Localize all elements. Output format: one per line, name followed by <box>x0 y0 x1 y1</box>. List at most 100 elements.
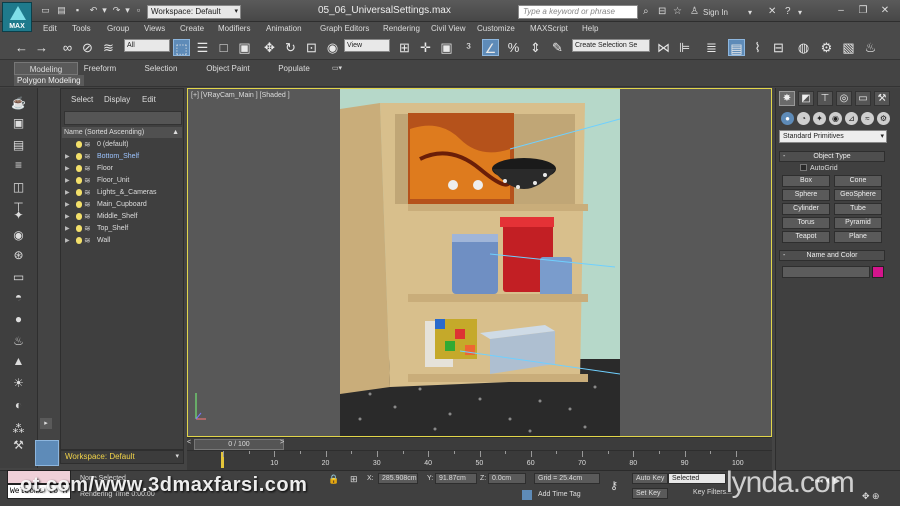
list-item[interactable]: ▶ ≋ Floor_Unit <box>62 175 182 187</box>
expand-icon[interactable]: ▶ <box>65 187 70 199</box>
render-production-icon[interactable]: ♨ <box>862 39 879 56</box>
help-icon[interactable]: ? <box>785 6 791 17</box>
list-icon[interactable]: ▤ <box>10 138 27 153</box>
tube-button[interactable]: Tube <box>834 203 882 215</box>
menu-help[interactable]: Help <box>582 24 598 33</box>
spinner-snap-icon[interactable]: ⇕ <box>527 39 544 56</box>
selection-filter-select[interactable]: All <box>124 39 170 52</box>
lightbulb-icon[interactable] <box>76 189 82 196</box>
lightbulb-icon[interactable] <box>76 201 82 208</box>
open-file-icon[interactable]: ▤ <box>56 5 67 16</box>
cone-icon[interactable]: ▲ <box>10 354 27 369</box>
create-tab-icon[interactable]: ✸ <box>779 91 795 106</box>
expand-icon[interactable]: ▶ <box>65 211 70 223</box>
torus-button[interactable]: Torus <box>782 217 830 229</box>
select-and-place-icon[interactable]: ◉ <box>324 39 341 56</box>
menu-rendering[interactable]: Rendering <box>383 24 420 33</box>
lightbulb-icon[interactable] <box>76 213 82 220</box>
track-bar[interactable]: 10 20 30 40 50 60 70 80 90 100 <box>187 450 772 470</box>
ribbon-panel-polygon-modeling[interactable]: Polygon Modeling <box>14 75 84 86</box>
list-item[interactable]: ▶ ≋ Lights_&_Cameras <box>62 187 182 199</box>
expand-icon[interactable]: ▶ <box>65 199 70 211</box>
bind-to-space-warp-icon[interactable]: ≋ <box>100 39 117 56</box>
viewport-camera[interactable]: [+] [VRayCam_Main ] [Shaded ] <box>187 88 772 437</box>
save-file-icon[interactable]: ▪ <box>72 5 83 16</box>
expand-icon[interactable]: ▶ <box>65 175 70 187</box>
redo-icon[interactable]: → <box>33 39 50 56</box>
key-icon[interactable]: ⚷ <box>610 479 618 492</box>
space-warps-icon[interactable]: ≈ <box>861 112 874 125</box>
unlink-icon[interactable]: ⊘ <box>79 39 96 56</box>
name-and-color-rollout[interactable]: - Name and Color <box>779 250 885 261</box>
undo-dropdown-icon[interactable]: ▾ <box>99 5 110 16</box>
teapot-icon[interactable]: ☕ <box>10 96 27 111</box>
select-by-name-icon[interactable]: ☰ <box>194 39 211 56</box>
undo-icon[interactable]: ↶ <box>88 5 99 16</box>
primitive-type-select[interactable]: Standard Primitives ▾ <box>779 130 887 143</box>
window-crossing-icon[interactable]: ▣ <box>236 39 253 56</box>
project-folder-icon[interactable]: ▫ <box>133 5 144 16</box>
menu-views[interactable]: Views <box>144 24 165 33</box>
rectangular-selection-icon[interactable]: □ <box>215 39 232 56</box>
layer-manager-icon[interactable]: ≣ <box>703 39 720 56</box>
x-coord-field[interactable]: 285.908cm <box>378 473 418 484</box>
sign-in-dropdown-icon[interactable]: ▾ <box>748 8 752 17</box>
geometry-icon[interactable]: ● <box>781 112 794 125</box>
schematic-view-icon[interactable]: ⊟ <box>770 39 787 56</box>
tab-object-paint[interactable]: Object Paint <box>203 62 253 75</box>
redo-dropdown-icon[interactable]: ▾ <box>122 5 133 16</box>
autogrid-checkbox[interactable]: AutoGrid <box>800 164 838 172</box>
teapot-primitive-icon[interactable]: ♨ <box>10 334 27 349</box>
new-file-icon[interactable]: ▭ <box>40 5 51 16</box>
lock-selection-icon[interactable]: 🔒 <box>328 474 339 485</box>
camera-icon[interactable]: ◉ <box>10 228 27 243</box>
box-button[interactable]: Box <box>782 175 830 187</box>
select-and-move-icon[interactable]: ✥ <box>261 39 278 56</box>
favorites-star-icon[interactable]: ☆ <box>673 6 682 17</box>
ribbon-options-icon[interactable]: ▭▾ <box>328 62 346 75</box>
workspace-select[interactable]: Workspace: Default ▾ <box>147 5 241 19</box>
hierarchy-tab-icon[interactable]: ⊤ <box>817 91 833 106</box>
keyboard-shortcut-override-icon[interactable]: ▣ <box>438 39 455 56</box>
menu-civil-view[interactable]: Civil View <box>431 24 466 33</box>
list-item[interactable]: ▶ ≋ Wall <box>62 235 182 247</box>
lights-icon[interactable]: ✦ <box>10 208 27 223</box>
list-item[interactable]: ▶ ≋ Main_Cupboard <box>62 199 182 211</box>
curve-editor-icon[interactable]: ⌇ <box>749 39 766 56</box>
menu-tools[interactable]: Tools <box>72 24 91 33</box>
set-key-button[interactable]: Set Key <box>632 488 668 499</box>
material-editor-icon[interactable]: ◍ <box>795 39 812 56</box>
select-and-scale-icon[interactable]: ⊡ <box>303 39 320 56</box>
communication-center-icon[interactable]: ⊟ <box>658 6 666 17</box>
y-coord-field[interactable]: 91.87cm <box>435 473 477 484</box>
reference-coordinate-select[interactable]: View <box>344 39 390 52</box>
layer-icon[interactable]: ◫ <box>10 180 27 195</box>
snaps-toggle-icon[interactable]: ³ <box>460 39 477 56</box>
render-setup-icon[interactable]: ⚙ <box>818 39 835 56</box>
object-color-swatch[interactable] <box>872 266 884 278</box>
percent-snap-icon[interactable]: % <box>505 39 522 56</box>
toggle-scene-explorer-icon[interactable]: ▤ <box>728 39 745 56</box>
plane-button[interactable]: Plane <box>834 231 882 243</box>
explorer-column-header[interactable]: Name (Sorted Ascending) ▲ <box>62 127 182 138</box>
time-slider-thumb[interactable]: 0 / 100 <box>194 439 284 450</box>
menu-animation[interactable]: Animation <box>266 24 302 33</box>
shapes-icon[interactable]: ◔ <box>797 112 810 125</box>
menu-graph-editors[interactable]: Graph Editors <box>320 24 369 33</box>
explorer-menu-edit[interactable]: Edit <box>142 95 156 104</box>
undo-icon[interactable]: ← <box>13 39 30 56</box>
render-icon[interactable]: ▣ <box>10 116 27 131</box>
help-dropdown-icon[interactable]: ▾ <box>798 8 802 17</box>
helpers-icon[interactable]: ⊿ <box>845 112 858 125</box>
add-time-tag-button[interactable]: Add Time Tag <box>538 491 581 498</box>
prev-frame-button[interactable]: < <box>187 439 191 446</box>
absolute-mode-icon[interactable]: ⊞ <box>350 474 358 485</box>
rendered-frame-window-icon[interactable]: ▧ <box>840 39 857 56</box>
menu-group[interactable]: Group <box>107 24 129 33</box>
explorer-menu-display[interactable]: Display <box>104 95 130 104</box>
menu-edit[interactable]: Edit <box>43 24 57 33</box>
expand-icon[interactable]: ▶ <box>65 151 70 163</box>
cylinder-button[interactable]: Cylinder <box>782 203 830 215</box>
zoom-pan-controls-icon[interactable]: ✥ ⊕ <box>862 491 880 502</box>
workspace-selector-bottom[interactable]: Workspace: Default ▾ <box>60 450 184 464</box>
